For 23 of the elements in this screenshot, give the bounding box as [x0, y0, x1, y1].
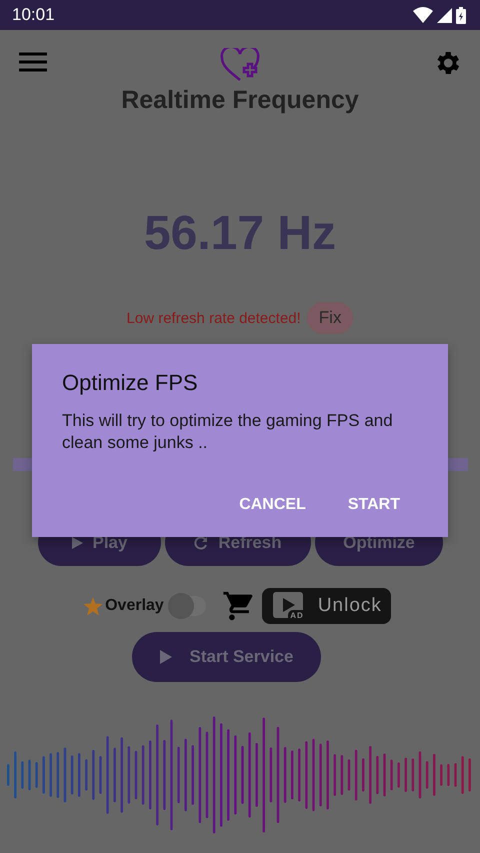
ad-badge: AD — [288, 610, 306, 621]
warning-text: Low refresh rate detected! — [126, 310, 301, 326]
dialog-button[interactable]: START — [344, 492, 404, 518]
signal-icon — [437, 8, 452, 22]
dialog-message: This will try to optimize the gaming FPS and clean some junks .. — [62, 410, 394, 454]
start-service-button[interactable]: Start Service — [132, 632, 321, 682]
menu-icon[interactable] — [19, 52, 47, 72]
fix-button[interactable]: Fix — [306, 302, 354, 334]
refresh-icon — [194, 536, 208, 550]
play-icon — [160, 650, 172, 664]
overlay-switch[interactable] — [170, 596, 206, 616]
status-time: 10:01 — [12, 5, 55, 25]
dialog-button[interactable]: CANCEL — [235, 492, 310, 518]
overlay-label: Overlay — [105, 597, 164, 615]
app-title: Realtime Frequency — [120, 86, 360, 115]
unlock-button[interactable]: AD Unlock — [262, 588, 391, 624]
star-icon — [83, 596, 104, 616]
video-ad-icon — [272, 592, 303, 618]
dialog-title: Optimize FPS — [62, 370, 199, 396]
wifi-icon — [413, 7, 433, 23]
battery-icon — [456, 6, 466, 24]
play-icon — [72, 536, 82, 548]
heart-plus-icon — [220, 48, 260, 82]
